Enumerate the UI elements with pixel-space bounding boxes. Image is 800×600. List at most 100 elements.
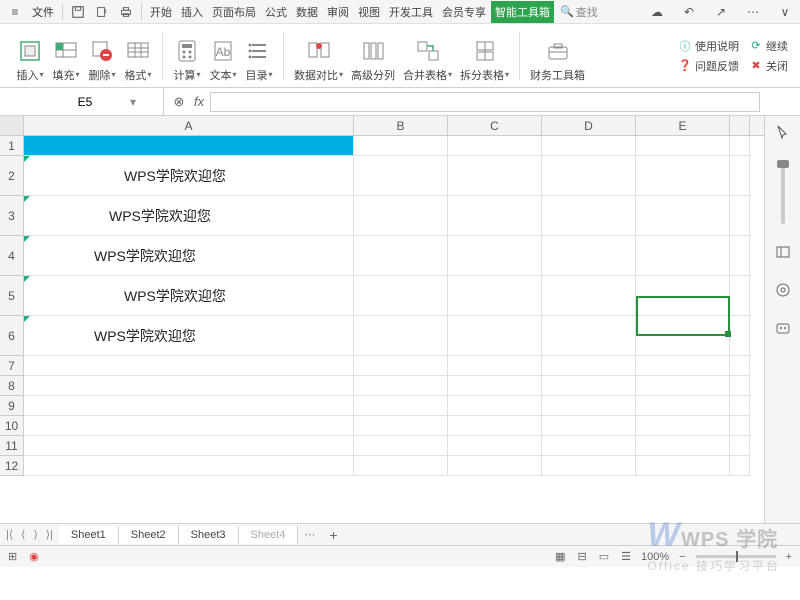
cell-C8[interactable] xyxy=(448,376,542,396)
cell-C3[interactable] xyxy=(448,196,542,236)
sheet-nav-next[interactable]: ⟩ xyxy=(31,528,39,541)
cell-E4[interactable] xyxy=(636,236,730,276)
toc-button[interactable]: 目录▾ xyxy=(241,31,277,85)
cell-D10[interactable] xyxy=(542,416,636,436)
cell-D4[interactable] xyxy=(542,236,636,276)
cell-C4[interactable] xyxy=(448,236,542,276)
cell-D5[interactable] xyxy=(542,276,636,316)
col-header-C[interactable]: C xyxy=(448,116,542,135)
cell-C6[interactable] xyxy=(448,316,542,356)
tab-view[interactable]: 视图 xyxy=(354,1,384,23)
panel-icon-3[interactable] xyxy=(773,318,793,338)
split-tables-button[interactable]: 拆分表格▾ xyxy=(456,31,513,85)
help-link[interactable]: ⓘ使用说明 xyxy=(678,38,739,54)
sheet-nav-prev[interactable]: ⟨ xyxy=(19,528,27,541)
row-header-8[interactable]: 8 xyxy=(0,376,24,396)
row-header-5[interactable]: 5 xyxy=(0,276,24,316)
tab-review[interactable]: 审阅 xyxy=(323,1,353,23)
col-header-E[interactable]: E xyxy=(636,116,730,135)
cursor-icon[interactable] xyxy=(773,122,793,142)
cell-F1[interactable] xyxy=(730,136,750,156)
cell-E10[interactable] xyxy=(636,416,730,436)
cell-C12[interactable] xyxy=(448,456,542,476)
print-preview-icon[interactable] xyxy=(91,2,113,22)
cell-D8[interactable] xyxy=(542,376,636,396)
cell-D2[interactable] xyxy=(542,156,636,196)
feedback-link[interactable]: ❓问题反馈 xyxy=(678,58,739,74)
cell-E2[interactable] xyxy=(636,156,730,196)
view-page-icon[interactable]: ▭ xyxy=(597,550,611,563)
col-header-B[interactable]: B xyxy=(354,116,448,135)
panel-icon-1[interactable] xyxy=(773,242,793,262)
name-box[interactable] xyxy=(40,95,130,109)
cell-F4[interactable] xyxy=(730,236,750,276)
cell-F11[interactable] xyxy=(730,436,750,456)
row-header-12[interactable]: 12 xyxy=(0,456,24,476)
sheet-add[interactable]: + xyxy=(321,527,345,543)
merge-tables-button[interactable]: 合并表格▾ xyxy=(399,31,456,85)
cell-B9[interactable] xyxy=(354,396,448,416)
cell-B1[interactable] xyxy=(354,136,448,156)
fx-icon[interactable]: fx xyxy=(194,94,204,109)
cell-B10[interactable] xyxy=(354,416,448,436)
cell-A9[interactable] xyxy=(24,396,354,416)
tab-start[interactable]: 开始 xyxy=(146,1,176,23)
share-icon[interactable]: ↗ xyxy=(710,2,732,22)
cell-C11[interactable] xyxy=(448,436,542,456)
select-all-corner[interactable] xyxy=(0,116,24,135)
sheet-tab-4[interactable]: Sheet4 xyxy=(239,526,299,544)
cell-E5[interactable] xyxy=(636,276,730,316)
cell-E6[interactable] xyxy=(636,316,730,356)
insert-button[interactable]: 插入▾ xyxy=(12,31,48,85)
cell-A12[interactable] xyxy=(24,456,354,476)
cell-D3[interactable] xyxy=(542,196,636,236)
close-link[interactable]: ✖关闭 xyxy=(749,58,788,74)
cell-B7[interactable] xyxy=(354,356,448,376)
col-header-D[interactable]: D xyxy=(542,116,636,135)
tab-insert[interactable]: 插入 xyxy=(177,1,207,23)
cell-E9[interactable] xyxy=(636,396,730,416)
zoom-in-icon[interactable]: + xyxy=(784,551,794,563)
cell-D12[interactable] xyxy=(542,456,636,476)
cell-E12[interactable] xyxy=(636,456,730,476)
cell-F5[interactable] xyxy=(730,276,750,316)
view-normal-icon[interactable]: ▦ xyxy=(553,550,567,563)
namebox-dropdown[interactable]: ▾ xyxy=(130,95,144,109)
row-header-11[interactable]: 11 xyxy=(0,436,24,456)
cell-B8[interactable] xyxy=(354,376,448,396)
cell-E1[interactable] xyxy=(636,136,730,156)
sheet-nav-last[interactable]: ⟩| xyxy=(44,528,55,541)
cell-A7[interactable] xyxy=(24,356,354,376)
cell-D11[interactable] xyxy=(542,436,636,456)
tab-member[interactable]: 会员专享 xyxy=(438,1,490,23)
delete-button[interactable]: 删除▾ xyxy=(84,31,120,85)
tab-data[interactable]: 数据 xyxy=(292,1,322,23)
cell-A4[interactable]: WPS学院欢迎您 xyxy=(24,236,354,276)
row-header-3[interactable]: 3 xyxy=(0,196,24,236)
cell-B4[interactable] xyxy=(354,236,448,276)
cloud-icon[interactable]: ☁ xyxy=(646,2,668,22)
cell-A5[interactable]: WPS学院欢迎您 xyxy=(24,276,354,316)
row-header-1[interactable]: 1 xyxy=(0,136,24,156)
data-compare-button[interactable]: 数据对比▾ xyxy=(290,31,347,85)
cell-F9[interactable] xyxy=(730,396,750,416)
row-header-2[interactable]: 2 xyxy=(0,156,24,196)
zoom-slider[interactable] xyxy=(696,555,776,558)
calc-button[interactable]: 计算▾ xyxy=(169,31,205,85)
tab-dev-tools[interactable]: 开发工具 xyxy=(385,1,437,23)
cell-C1[interactable] xyxy=(448,136,542,156)
cell-C5[interactable] xyxy=(448,276,542,316)
row-header-10[interactable]: 10 xyxy=(0,416,24,436)
cell-D7[interactable] xyxy=(542,356,636,376)
vertical-slider[interactable] xyxy=(781,164,785,224)
cell-C10[interactable] xyxy=(448,416,542,436)
cell-B3[interactable] xyxy=(354,196,448,236)
sheet-tab-3[interactable]: Sheet3 xyxy=(179,526,239,544)
menu-icon[interactable]: ≡ xyxy=(4,2,26,22)
cell-A8[interactable] xyxy=(24,376,354,396)
sheet-more[interactable]: ⋯ xyxy=(298,528,321,541)
row-header-6[interactable]: 6 xyxy=(0,316,24,356)
cell-C9[interactable] xyxy=(448,396,542,416)
more-icon[interactable]: ⋯ xyxy=(742,2,764,22)
cancel-formula-icon[interactable]: ⊗ xyxy=(164,94,194,110)
